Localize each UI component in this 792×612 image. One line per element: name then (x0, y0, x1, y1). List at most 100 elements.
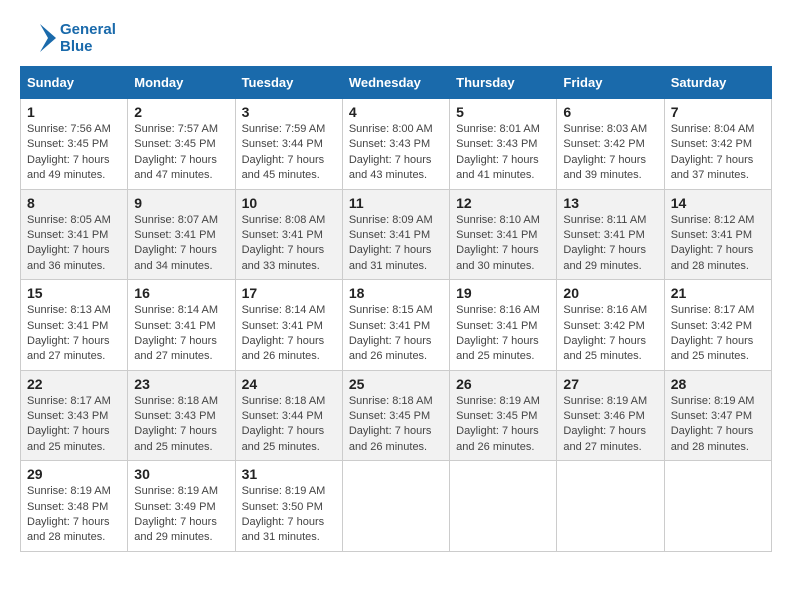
day-number: 3 (242, 104, 336, 120)
day-number: 20 (563, 285, 657, 301)
calendar-cell: 2 Sunrise: 7:57 AM Sunset: 3:45 PM Daylig… (128, 99, 235, 190)
calendar-cell: 10 Sunrise: 8:08 AM Sunset: 3:41 PM Dayli… (235, 189, 342, 280)
day-info: Sunrise: 8:11 AM Sunset: 3:41 PM Dayligh… (563, 213, 657, 275)
weekday-header: Sunday (21, 67, 128, 99)
day-number: 5 (456, 104, 550, 120)
day-info: Sunrise: 8:19 AM Sunset: 3:50 PM Dayligh… (242, 484, 336, 546)
day-number: 10 (242, 195, 336, 211)
day-number: 28 (671, 376, 765, 392)
calendar-cell (557, 461, 664, 552)
calendar-cell: 6 Sunrise: 8:03 AM Sunset: 3:42 PM Daylig… (557, 99, 664, 190)
calendar-cell: 5 Sunrise: 8:01 AM Sunset: 3:43 PM Daylig… (450, 99, 557, 190)
day-number: 11 (349, 195, 443, 211)
calendar-cell: 19Sunrise: 8:16 AM Sunset: 3:41 PM Dayli… (450, 280, 557, 371)
day-info: Sunrise: 8:15 AM Sunset: 3:41 PM Dayligh… (349, 303, 443, 365)
calendar-cell: 26 Sunrise: 8:19 AM Sunset: 3:45 PM Dayli… (450, 370, 557, 461)
day-info: Sunrise: 8:13 AM Sunset: 3:41 PM Dayligh… (27, 303, 121, 365)
day-number: 12 (456, 195, 550, 211)
calendar-cell: 4 Sunrise: 8:00 AM Sunset: 3:43 PM Daylig… (342, 99, 449, 190)
calendar-cell: 27 Sunrise: 8:19 AM Sunset: 3:46 PM Dayli… (557, 370, 664, 461)
day-number: 7 (671, 104, 765, 120)
day-number: 4 (349, 104, 443, 120)
day-number: 24 (242, 376, 336, 392)
calendar-cell (664, 461, 771, 552)
logo: GeneralBlue (20, 20, 116, 56)
day-info: Sunrise: 8:09 AM Sunset: 3:41 PM Dayligh… (349, 213, 443, 275)
calendar-cell: 15 Sunrise: 8:13 AM Sunset: 3:41 PM Dayli… (21, 280, 128, 371)
page-header: GeneralBlue (20, 20, 772, 56)
calendar-cell: 22 Sunrise: 8:17 AM Sunset: 3:43 PM Dayli… (21, 370, 128, 461)
day-number: 15 (27, 285, 121, 301)
weekday-header: Tuesday (235, 67, 342, 99)
weekday-header: Friday (557, 67, 664, 99)
day-info: Sunrise: 8:19 AM Sunset: 3:48 PM Dayligh… (27, 484, 121, 546)
calendar-cell: 3 Sunrise: 7:59 AM Sunset: 3:44 PM Daylig… (235, 99, 342, 190)
day-number: 16 (134, 285, 228, 301)
day-info: Sunrise: 8:10 AM Sunset: 3:41 PM Dayligh… (456, 213, 550, 275)
calendar-cell: 21 Sunrise: 8:17 AM Sunset: 3:42 PM Dayli… (664, 280, 771, 371)
day-info: Sunrise: 8:16 AM Sunset: 3:42 PM Dayligh… (563, 303, 657, 365)
day-info: Sunrise: 7:57 AM Sunset: 3:45 PM Dayligh… (134, 122, 228, 184)
day-info: Sunrise: 8:04 AM Sunset: 3:42 PM Dayligh… (671, 122, 765, 184)
calendar-cell: 24 Sunrise: 8:18 AM Sunset: 3:44 PM Dayli… (235, 370, 342, 461)
calendar-cell: 20 Sunrise: 8:16 AM Sunset: 3:42 PM Dayli… (557, 280, 664, 371)
weekday-header: Monday (128, 67, 235, 99)
day-info: Sunrise: 8:17 AM Sunset: 3:43 PM Dayligh… (27, 394, 121, 456)
day-info: Sunrise: 7:59 AM Sunset: 3:44 PM Dayligh… (242, 122, 336, 184)
weekday-header: Wednesday (342, 67, 449, 99)
calendar-cell: 8 Sunrise: 8:05 AM Sunset: 3:41 PM Daylig… (21, 189, 128, 280)
calendar-cell: 14 Sunrise: 8:12 AM Sunset: 3:41 PM Dayli… (664, 189, 771, 280)
day-number: 13 (563, 195, 657, 211)
calendar-cell: 23Sunrise: 8:18 AM Sunset: 3:43 PM Dayli… (128, 370, 235, 461)
calendar-cell: 13 Sunrise: 8:11 AM Sunset: 3:41 PM Dayli… (557, 189, 664, 280)
day-number: 6 (563, 104, 657, 120)
day-number: 17 (242, 285, 336, 301)
day-info: Sunrise: 8:00 AM Sunset: 3:43 PM Dayligh… (349, 122, 443, 184)
calendar-cell (342, 461, 449, 552)
day-info: Sunrise: 8:14 AM Sunset: 3:41 PM Dayligh… (242, 303, 336, 365)
day-number: 14 (671, 195, 765, 211)
calendar-cell: 11 Sunrise: 8:09 AM Sunset: 3:41 PM Dayli… (342, 189, 449, 280)
day-number: 30 (134, 466, 228, 482)
calendar-cell: 16 Sunrise: 8:14 AM Sunset: 3:41 PM Dayli… (128, 280, 235, 371)
day-number: 2 (134, 104, 228, 120)
day-number: 1 (27, 104, 121, 120)
day-info: Sunrise: 8:05 AM Sunset: 3:41 PM Dayligh… (27, 213, 121, 275)
day-number: 18 (349, 285, 443, 301)
day-info: Sunrise: 8:12 AM Sunset: 3:41 PM Dayligh… (671, 213, 765, 275)
day-number: 23 (134, 376, 228, 392)
calendar-table: SundayMondayTuesdayWednesdayThursdayFrid… (20, 66, 772, 552)
calendar-cell: 12 Sunrise: 8:10 AM Sunset: 3:41 PM Dayli… (450, 189, 557, 280)
day-number: 27 (563, 376, 657, 392)
day-info: Sunrise: 8:03 AM Sunset: 3:42 PM Dayligh… (563, 122, 657, 184)
day-info: Sunrise: 8:07 AM Sunset: 3:41 PM Dayligh… (134, 213, 228, 275)
day-info: Sunrise: 8:08 AM Sunset: 3:41 PM Dayligh… (242, 213, 336, 275)
day-number: 21 (671, 285, 765, 301)
day-info: Sunrise: 8:18 AM Sunset: 3:44 PM Dayligh… (242, 394, 336, 456)
day-info: Sunrise: 8:19 AM Sunset: 3:46 PM Dayligh… (563, 394, 657, 456)
logo-icon (20, 20, 56, 56)
day-info: Sunrise: 8:19 AM Sunset: 3:45 PM Dayligh… (456, 394, 550, 456)
calendar-cell: 1Sunrise: 7:56 AM Sunset: 3:45 PM Daylig… (21, 99, 128, 190)
calendar-cell: 18 Sunrise: 8:15 AM Sunset: 3:41 PM Dayli… (342, 280, 449, 371)
day-number: 31 (242, 466, 336, 482)
weekday-header: Thursday (450, 67, 557, 99)
calendar-cell: 25Sunrise: 8:18 AM Sunset: 3:45 PM Dayli… (342, 370, 449, 461)
day-info: Sunrise: 8:01 AM Sunset: 3:43 PM Dayligh… (456, 122, 550, 184)
day-info: Sunrise: 8:14 AM Sunset: 3:41 PM Dayligh… (134, 303, 228, 365)
day-number: 8 (27, 195, 121, 211)
calendar-cell: 31 Sunrise: 8:19 AM Sunset: 3:50 PM Dayli… (235, 461, 342, 552)
logo-text-general: General (60, 21, 116, 38)
calendar-cell: 30Sunrise: 8:19 AM Sunset: 3:49 PM Dayli… (128, 461, 235, 552)
day-number: 9 (134, 195, 228, 211)
weekday-header: Saturday (664, 67, 771, 99)
logo-text-blue: Blue (60, 38, 116, 55)
day-info: Sunrise: 8:17 AM Sunset: 3:42 PM Dayligh… (671, 303, 765, 365)
day-number: 22 (27, 376, 121, 392)
day-number: 26 (456, 376, 550, 392)
calendar-cell: 28Sunrise: 8:19 AM Sunset: 3:47 PM Dayli… (664, 370, 771, 461)
day-number: 19 (456, 285, 550, 301)
calendar-cell: 17 Sunrise: 8:14 AM Sunset: 3:41 PM Dayli… (235, 280, 342, 371)
calendar-cell: 29Sunrise: 8:19 AM Sunset: 3:48 PM Dayli… (21, 461, 128, 552)
day-info: Sunrise: 8:18 AM Sunset: 3:45 PM Dayligh… (349, 394, 443, 456)
